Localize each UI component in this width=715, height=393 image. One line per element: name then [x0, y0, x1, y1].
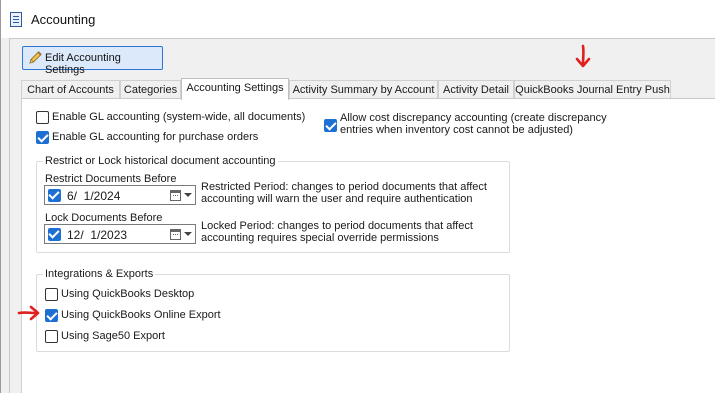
- sage50-label: Using Sage50 Export: [61, 330, 165, 342]
- restrict-date-enabled-checkbox[interactable]: [48, 189, 61, 202]
- window-document-icon: [10, 12, 22, 27]
- chevron-down-icon[interactable]: [184, 193, 192, 197]
- tab-label: QuickBooks Journal Entry Push: [515, 84, 670, 96]
- tab-label: Activity Summary by Account: [292, 84, 435, 96]
- tab-label: Accounting Settings: [186, 82, 284, 94]
- tab-label: Categories: [123, 84, 178, 96]
- edit-button-label: Edit Accounting Settings: [45, 52, 121, 76]
- restrict-date-picker[interactable]: 6/ 1/2024: [44, 185, 196, 205]
- restrict-documents-label: Restrict Documents Before: [45, 173, 177, 185]
- restrict-lock-group-title: Restrict or Lock historical document acc…: [43, 155, 278, 167]
- accounting-window: Accounting Edit Accounting Settings Char…: [0, 0, 715, 393]
- calendar-icon[interactable]: [170, 190, 181, 201]
- enable-gl-po-checkbox[interactable]: [36, 131, 49, 144]
- quickbooks-online-checkbox[interactable]: [45, 309, 58, 322]
- cost-discrepancy-checkbox[interactable]: [324, 119, 337, 132]
- enable-gl-checkbox[interactable]: [36, 111, 49, 124]
- restrict-description: Restricted Period: changes to period doc…: [201, 181, 487, 205]
- enable-gl-po-label: Enable GL accounting for purchase orders: [52, 131, 259, 143]
- lock-documents-label: Lock Documents Before: [45, 212, 163, 224]
- lock-date-enabled-checkbox[interactable]: [48, 228, 61, 241]
- lock-date-picker[interactable]: 12/ 1/2023: [44, 224, 196, 244]
- lock-description: Locked Period: changes to period documen…: [201, 220, 473, 244]
- tab-quickbooks-journal-entry-push[interactable]: QuickBooks Journal Entry Push: [514, 80, 671, 99]
- quickbooks-online-label: Using QuickBooks Online Export: [61, 309, 221, 321]
- calendar-icon[interactable]: [170, 229, 181, 240]
- tab-chart-of-accounts[interactable]: Chart of Accounts: [21, 80, 120, 99]
- integrations-group-title: Integrations & Exports: [43, 268, 156, 280]
- sage50-checkbox[interactable]: [45, 330, 58, 343]
- lock-date-value: 12/ 1/2023: [67, 228, 128, 242]
- quickbooks-desktop-checkbox[interactable]: [45, 288, 58, 301]
- tab-label: Activity Detail: [442, 84, 510, 96]
- tab-activity-detail[interactable]: Activity Detail: [438, 80, 514, 99]
- annotation-arrow-down-icon: [575, 44, 591, 68]
- edit-accounting-settings-button[interactable]: Edit Accounting Settings: [22, 46, 163, 76]
- tab-accounting-settings[interactable]: Accounting Settings: [181, 78, 289, 100]
- cost-discrepancy-label: Allow cost discrepancy accounting (creat…: [340, 112, 607, 136]
- restrict-date-value: 6/ 1/2024: [67, 189, 121, 203]
- tab-label: Chart of Accounts: [27, 84, 114, 96]
- title-bar: Accounting: [1, 0, 715, 38]
- tab-strip: Chart of Accounts Categories Accounting …: [21, 78, 715, 100]
- tab-activity-summary-by-account[interactable]: Activity Summary by Account: [289, 80, 438, 99]
- annotation-arrow-right-icon: [17, 305, 40, 321]
- pencil-icon: [29, 51, 42, 64]
- quickbooks-desktop-label: Using QuickBooks Desktop: [61, 288, 195, 300]
- tab-categories[interactable]: Categories: [120, 80, 181, 99]
- chevron-down-icon[interactable]: [184, 232, 192, 236]
- enable-gl-label: Enable GL accounting (system-wide, all d…: [52, 111, 306, 123]
- window-title: Accounting: [31, 12, 96, 27]
